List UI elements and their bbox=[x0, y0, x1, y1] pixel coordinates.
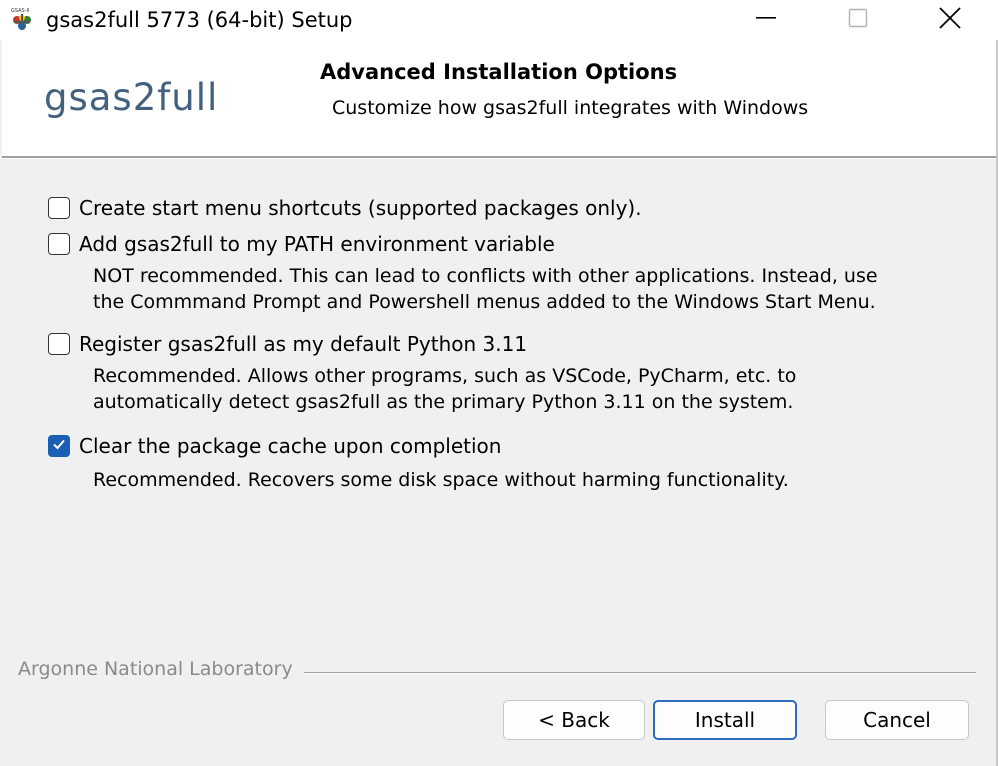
register-default-python-checkbox[interactable] bbox=[48, 333, 70, 355]
close-icon bbox=[937, 5, 963, 35]
option-label: Clear the package cache upon completion bbox=[79, 434, 502, 458]
setup-window: GSAS-II gsas2full 5773 (64-bit) Setup gs… bbox=[0, 0, 998, 766]
window-title: gsas2full 5773 (64-bit) Setup bbox=[46, 8, 353, 32]
description-line: the Commmand Prompt and Powershell menus… bbox=[93, 291, 876, 313]
install-button[interactable]: Install bbox=[653, 700, 797, 740]
header-divider bbox=[2, 156, 996, 159]
description-line: automatically detect gsas2full as the pr… bbox=[93, 391, 794, 413]
maximize-icon bbox=[846, 6, 870, 34]
minimize-icon bbox=[754, 6, 778, 34]
description-line: NOT recommended. This can lead to confli… bbox=[93, 265, 878, 287]
page-title: Advanced Installation Options bbox=[320, 60, 678, 84]
start-menu-shortcuts-checkbox[interactable] bbox=[48, 197, 70, 219]
footer-divider bbox=[304, 672, 976, 674]
close-button[interactable] bbox=[904, 0, 996, 40]
option-label: Add gsas2full to my PATH environment var… bbox=[79, 232, 555, 256]
option-add-to-path[interactable]: Add gsas2full to my PATH environment var… bbox=[48, 232, 555, 256]
option-label: Create start menu shortcuts (supported p… bbox=[79, 196, 642, 220]
gsas-app-icon: GSAS-II bbox=[8, 6, 36, 34]
back-button[interactable]: < Back bbox=[503, 700, 645, 740]
page-subtitle: Customize how gsas2full integrates with … bbox=[332, 97, 809, 119]
vendor-label: Argonne National Laboratory bbox=[18, 658, 293, 680]
option-register-default-python[interactable]: Register gsas2full as my default Python … bbox=[48, 332, 527, 356]
checkmark-icon bbox=[51, 436, 67, 456]
cancel-button[interactable]: Cancel bbox=[825, 700, 969, 740]
maximize-button[interactable] bbox=[812, 0, 904, 40]
add-to-path-checkbox[interactable] bbox=[48, 233, 70, 255]
brand-name: gsas2full bbox=[44, 76, 219, 119]
description-line: Recommended. Allows other programs, such… bbox=[93, 365, 797, 387]
description-line: Recommended. Recovers some disk space wi… bbox=[93, 469, 789, 491]
option-label: Register gsas2full as my default Python … bbox=[79, 332, 528, 356]
option-clear-package-cache[interactable]: Clear the package cache upon completion bbox=[48, 434, 501, 458]
option-start-menu-shortcuts[interactable]: Create start menu shortcuts (supported p… bbox=[48, 196, 642, 220]
minimize-button[interactable] bbox=[720, 0, 812, 40]
clear-package-cache-checkbox[interactable] bbox=[48, 435, 70, 457]
svg-text:GSAS-II: GSAS-II bbox=[11, 8, 30, 14]
add-to-path-description: NOT recommended. This can lead to confli… bbox=[93, 263, 878, 315]
register-default-python-description: Recommended. Allows other programs, such… bbox=[93, 363, 796, 415]
header-panel: gsas2full Advanced Installation Options … bbox=[2, 40, 996, 156]
title-bar[interactable]: GSAS-II gsas2full 5773 (64-bit) Setup bbox=[0, 0, 998, 40]
clear-package-cache-description: Recommended. Recovers some disk space wi… bbox=[93, 467, 789, 493]
